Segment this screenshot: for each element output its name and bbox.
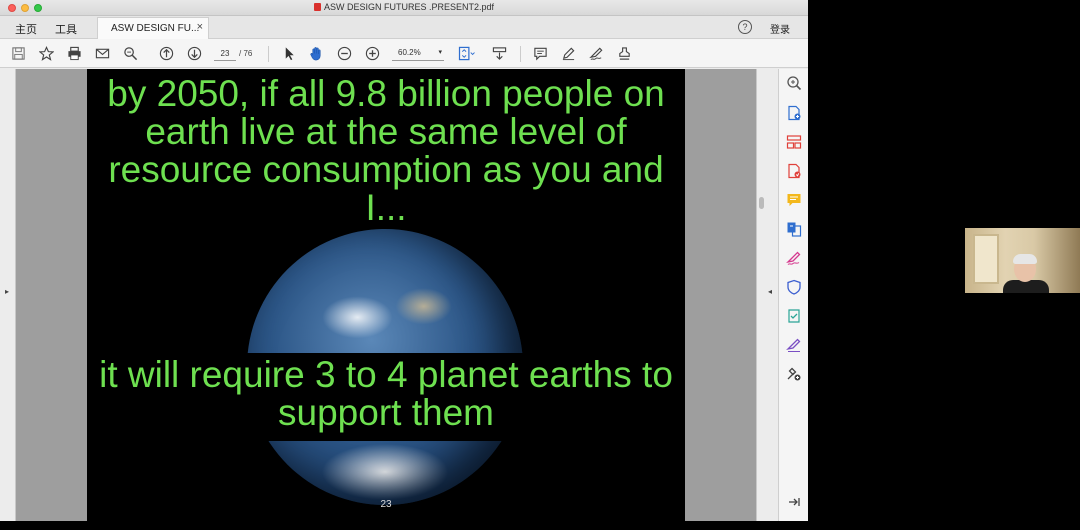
more-tools-icon[interactable] bbox=[786, 366, 803, 383]
enhance-scan-icon[interactable] bbox=[786, 75, 803, 92]
print-icon[interactable] bbox=[66, 45, 83, 62]
close-tab-icon[interactable]: × bbox=[197, 21, 203, 33]
page-total: / 76 bbox=[239, 49, 253, 58]
slide-heading: by 2050, if all 9.8 billion people on ea… bbox=[107, 73, 665, 228]
toolbar-divider bbox=[520, 46, 521, 62]
previous-page-icon[interactable] bbox=[158, 45, 175, 62]
left-nav-pane[interactable]: ▸ bbox=[0, 69, 16, 521]
bookmark-star-icon[interactable] bbox=[38, 45, 55, 62]
collapse-right-pane-icon[interactable]: ◂ bbox=[768, 287, 772, 296]
scroll-mode-icon[interactable] bbox=[491, 45, 508, 62]
window-title-text: ASW DESIGN FUTURES .PRESENT2.pdf bbox=[323, 2, 495, 12]
fit-page-icon[interactable] bbox=[456, 45, 478, 62]
sign-icon[interactable] bbox=[588, 45, 605, 62]
collapse-pane-icon[interactable] bbox=[786, 494, 803, 511]
tab-bar: 主页 工具 ASW DESIGN FU... × ? 登录 bbox=[0, 16, 808, 39]
select-arrow-icon[interactable] bbox=[281, 45, 298, 62]
stamp-icon[interactable] bbox=[616, 45, 633, 62]
chevron-down-icon: ▾ bbox=[438, 49, 442, 56]
webcam-video bbox=[965, 228, 1080, 293]
document-view[interactable]: ▸ by 2050, if all 9.8 billion people on … bbox=[0, 69, 778, 521]
scrollbar-thumb[interactable] bbox=[759, 197, 764, 209]
toolbar: / 76 60.2% ▾ bbox=[0, 39, 808, 68]
expand-left-pane-icon[interactable]: ▸ bbox=[5, 287, 9, 296]
sign-in-link[interactable]: 登录 bbox=[770, 21, 790, 36]
right-gutter bbox=[756, 69, 778, 521]
comment-tool-icon[interactable] bbox=[786, 192, 803, 209]
next-page-icon[interactable] bbox=[186, 45, 203, 62]
earth-image bbox=[247, 229, 523, 353]
combine-files-icon[interactable] bbox=[786, 221, 803, 238]
comment-icon[interactable] bbox=[532, 45, 549, 62]
send-for-signature-icon[interactable] bbox=[786, 337, 803, 354]
export-pdf-icon[interactable] bbox=[786, 163, 803, 180]
protect-icon[interactable] bbox=[786, 279, 803, 296]
toolbar-divider bbox=[268, 46, 269, 62]
highlight-pen-icon[interactable] bbox=[560, 45, 577, 62]
slide-conclusion: it will require 3 to 4 planet earths to … bbox=[99, 354, 673, 433]
window-title: ASW DESIGN FUTURES .PRESENT2.pdf bbox=[0, 2, 808, 12]
slide-page-number: 23 bbox=[380, 499, 392, 510]
optimize-icon[interactable] bbox=[786, 308, 803, 325]
tab-tools[interactable]: 工具 bbox=[55, 21, 77, 37]
pdf-file-icon bbox=[313, 3, 321, 11]
fill-sign-icon[interactable] bbox=[786, 250, 803, 267]
help-icon[interactable]: ? bbox=[738, 20, 752, 34]
hand-tool-icon[interactable] bbox=[308, 45, 325, 62]
zoom-in-icon[interactable] bbox=[364, 45, 381, 62]
title-bar: ASW DESIGN FUTURES .PRESENT2.pdf bbox=[0, 0, 808, 16]
acrobat-window: ASW DESIGN FUTURES .PRESENT2.pdf 主页 工具 A… bbox=[0, 0, 808, 521]
create-pdf-icon[interactable] bbox=[786, 105, 803, 122]
page-number-input[interactable] bbox=[214, 47, 236, 61]
document-tab-label: ASW DESIGN FU... bbox=[111, 23, 200, 34]
zoom-out-icon[interactable] bbox=[336, 45, 353, 62]
organize-pages-icon[interactable] bbox=[786, 134, 803, 151]
zoom-level-value: 60.2% bbox=[398, 48, 421, 57]
tool-pane bbox=[778, 69, 808, 521]
tab-home[interactable]: 主页 bbox=[15, 21, 37, 37]
save-icon[interactable] bbox=[10, 45, 27, 62]
search-zoom-icon[interactable] bbox=[122, 45, 139, 62]
pdf-page: by 2050, if all 9.8 billion people on ea… bbox=[87, 69, 685, 521]
email-icon[interactable] bbox=[94, 45, 111, 62]
tab-document[interactable]: ASW DESIGN FU... × bbox=[97, 17, 209, 39]
zoom-level-select[interactable]: 60.2% ▾ bbox=[392, 47, 444, 61]
